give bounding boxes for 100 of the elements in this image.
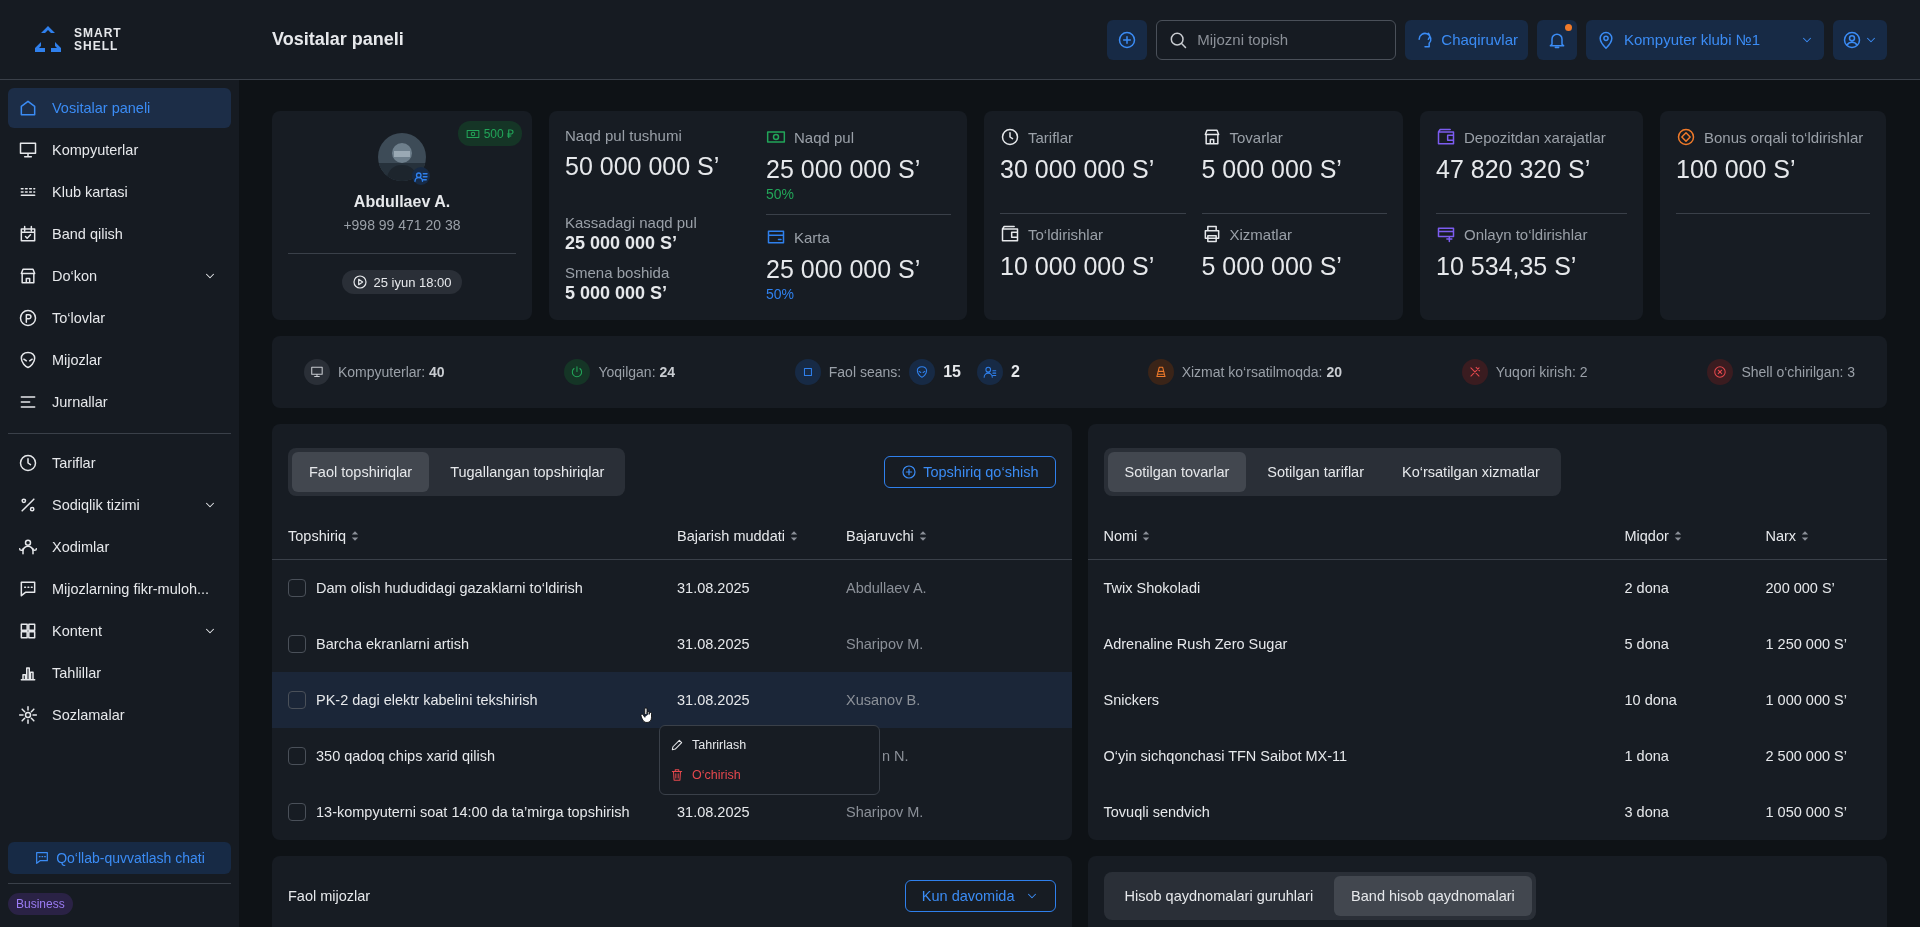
add-button[interactable] <box>1107 19 1148 60</box>
monitor-icon <box>304 359 330 385</box>
tab[interactable]: Tugallangan topshiriqlar <box>433 452 622 492</box>
chat-icon <box>18 579 38 599</box>
brand-name: SMART <box>74 26 122 40</box>
calls-button[interactable]: Chaqiruvlar <box>1405 19 1528 60</box>
checkbox[interactable] <box>288 635 306 653</box>
metric-value: 25 000 000 S’ <box>766 255 922 284</box>
sidebar-item[interactable]: Mijozlarning fikr-muloh... <box>8 569 231 609</box>
chat-icon <box>34 850 51 866</box>
tab[interactable]: Band hisob qaydnomalari <box>1334 876 1532 916</box>
wallet-icon <box>1436 127 1456 147</box>
tab[interactable]: Sotilgan tovarlar <box>1107 452 1247 492</box>
location-pin-icon <box>1596 29 1616 50</box>
sidebar-item[interactable]: Vositalar paneli <box>8 88 231 128</box>
status-text: Kompyuterlar: 40 <box>338 364 445 380</box>
sidebar-item[interactable]: Xodimlar <box>8 527 231 567</box>
session-count: 2 <box>1010 363 1020 381</box>
metric-value: 50 000 000 S’ <box>565 152 721 181</box>
metric-label: Karta <box>794 228 830 246</box>
sidebar-item[interactable]: Jurnallar <box>8 382 231 422</box>
clock-icon <box>1000 127 1020 147</box>
table-row-highlight[interactable]: PK-2 dagi elektr kabelini tekshirish 31.08.2025 Xusanov B. <box>272 672 1072 728</box>
table-cell: Xusanov B. <box>846 692 921 708</box>
user-list-icon <box>976 359 1003 385</box>
table-cell: 1 dona <box>1624 748 1669 764</box>
metric-label: Naqd pul tushumi <box>565 127 683 144</box>
status-text: Xizmat ko‘rsatilmoqda: 20 <box>1181 364 1342 380</box>
table-cell: n N. <box>882 748 909 764</box>
table-cell: 200 000 S’ <box>1765 580 1835 596</box>
tab[interactable]: Hisob qaydnomalari guruhlari <box>1107 876 1331 916</box>
add-task-button[interactable]: Topshiriq qo‘shish <box>884 456 1056 488</box>
sidebar-item[interactable]: Sodiqlik tizimi <box>8 485 231 525</box>
club-selector[interactable]: Kompyuter klubi №1 <box>1586 19 1824 60</box>
sort-icon <box>1142 529 1151 542</box>
menu-item[interactable]: O‘chirish <box>660 760 879 790</box>
tab[interactable]: Sotilgan tariflar <box>1250 452 1381 492</box>
sidebar-item[interactable]: Do‘kon <box>8 256 231 296</box>
checkbox[interactable] <box>288 691 306 709</box>
pencil-icon <box>670 738 684 752</box>
metric-value: 100 000 S’ <box>1676 155 1797 184</box>
card-plus-icon <box>1436 224 1456 244</box>
menu-item[interactable]: Tahrirlash <box>660 730 879 760</box>
metric-label: Kassadagi naqd pul <box>565 214 698 231</box>
column-header[interactable]: Bajarish muddati <box>677 527 846 544</box>
sidebar-item[interactable]: Kompyuterlar <box>8 130 231 170</box>
column-header[interactable]: Topshiriq <box>288 527 677 544</box>
x-circle-icon <box>1707 359 1734 385</box>
column-header[interactable]: Bajaruvchi <box>846 527 1072 544</box>
alien-head-icon <box>18 350 38 370</box>
table-cell: Sharipov M. <box>846 804 924 820</box>
table-cell: 1 000 000 S’ <box>1765 692 1847 708</box>
metric-value: 47 820 320 S’ <box>1436 155 1592 184</box>
tab[interactable]: Ko‘rsatilgan xizmatlar <box>1385 452 1557 492</box>
metric-label: Smena boshida <box>565 264 671 281</box>
table-cell: Snickers <box>1103 692 1160 708</box>
table-cell: 2 500 000 S’ <box>1765 748 1847 764</box>
metric-label: Bonus orqali to‘ldirishlar <box>1704 128 1864 146</box>
table-cell: 3 dona <box>1624 804 1669 820</box>
bonus-badge: 500 ₽ <box>457 121 522 146</box>
search-field[interactable]: Mijozni topish <box>1156 19 1397 60</box>
metric-label: Xizmatlar <box>1229 225 1292 243</box>
table-cell: 350 qadoq chips xarid qilish <box>316 748 495 764</box>
table-cell: Twix Shokoladi <box>1103 580 1201 596</box>
metric-value: 25 000 000 S’ <box>565 233 679 254</box>
metric-value: 5 000 000 S’ <box>1201 155 1343 184</box>
checkbox[interactable] <box>288 579 306 597</box>
metric-value: 5 000 000 S’ <box>1201 252 1343 281</box>
table-cell: Adrenaline Rush Zero Sugar <box>1103 636 1288 652</box>
metric-label: Tariflar <box>1028 128 1073 146</box>
sidebar-item[interactable]: Tariflar <box>8 443 231 483</box>
notifications-button[interactable] <box>1537 19 1577 60</box>
support-chat-button[interactable]: Qo‘llab-quvvatlash chati <box>8 842 231 874</box>
checkbox[interactable] <box>288 747 306 765</box>
column-header[interactable]: Narx <box>1765 527 1887 544</box>
tab[interactable]: Faol topshiriqlar <box>292 452 430 492</box>
power-icon <box>564 359 591 385</box>
metric-label: Onlayn to‘ldirishlar <box>1464 225 1588 243</box>
table-cell: 13-kompyuterni soat 14:00 da ta’mirga topshirish <box>316 804 630 820</box>
sidebar-item[interactable]: Kontent <box>8 611 231 651</box>
wallet-icon <box>1000 224 1020 244</box>
period-dropdown[interactable]: Kun davomida <box>904 880 1056 912</box>
brand-name: SHELL <box>74 39 120 53</box>
column-header[interactable]: Nomi <box>1103 527 1625 544</box>
sidebar-item[interactable]: Band qilish <box>8 214 231 254</box>
sort-icon <box>918 529 927 542</box>
column-header[interactable]: Miqdor <box>1624 527 1766 544</box>
sidebar-item[interactable]: Klub kartasi <box>8 172 231 212</box>
plan-badge: Business <box>8 893 73 915</box>
checkbox[interactable] <box>288 803 306 821</box>
coin-icon <box>18 308 38 328</box>
sidebar-item[interactable]: Tahlillar <box>8 653 231 693</box>
metric-label: Depozitdan xarajatlar <box>1464 128 1606 146</box>
sort-icon <box>351 529 360 542</box>
sidebar-item[interactable]: Mijozlar <box>8 340 231 380</box>
table-cell: 5 dona <box>1624 636 1669 652</box>
account-button[interactable] <box>1833 19 1887 60</box>
sidebar-item[interactable]: Sozlamalar <box>8 695 231 735</box>
sidebar-item[interactable]: To‘lovlar <box>8 298 231 338</box>
table-cell: 2 dona <box>1624 580 1669 596</box>
